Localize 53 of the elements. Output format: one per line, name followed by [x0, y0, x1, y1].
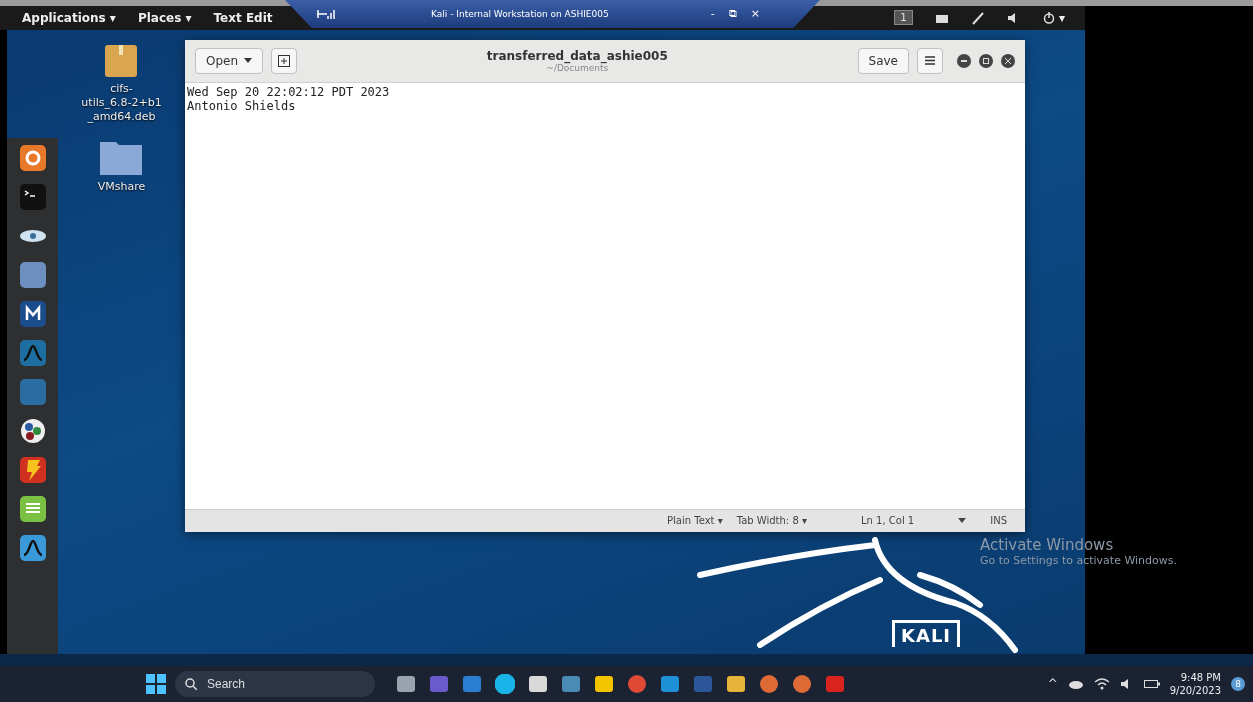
vm-title: Kali - Internal Workstation on ASHIE005: [430, 8, 610, 19]
text-area[interactable]: Wed Sep 20 22:02:12 PDT 2023 Antonio Shields: [185, 82, 1025, 509]
maximize-icon: [983, 57, 989, 64]
power-menu[interactable]: ▾: [1042, 10, 1065, 25]
window-title: transferred_data_ashie005: [486, 48, 668, 63]
save-button[interactable]: Save: [857, 47, 909, 74]
menu-icon: [925, 56, 935, 66]
minimize-icon: [961, 59, 967, 62]
caret-icon: [244, 58, 253, 64]
caret-icon[interactable]: [958, 518, 967, 524]
text-line: Wed Sep 20 22:02:12 PDT 2023: [187, 84, 391, 99]
desktop-icon-label[interactable]: VMshare: [97, 179, 146, 194]
ring-icon[interactable]: [495, 674, 515, 695]
dots-icon[interactable]: [18, 416, 47, 445]
new-tab-button[interactable]: [271, 47, 298, 74]
cursor-position[interactable]: Ln 1, Col 1: [861, 515, 915, 527]
plus-box-icon: [278, 54, 291, 67]
window-subtitle: ~/Documents: [546, 62, 609, 73]
minimize-button[interactable]: [957, 53, 971, 68]
flame-icon[interactable]: [18, 455, 47, 484]
close-button[interactable]: [1001, 53, 1015, 68]
search-input[interactable]: Search: [205, 676, 349, 693]
wave-icon[interactable]: [18, 533, 47, 562]
vm-window-button[interactable]: -: [710, 7, 715, 21]
desktop-icon-label[interactable]: cifs- utils_6.8-2+b1 _amd64.deb: [81, 81, 162, 124]
search-icon: [185, 678, 197, 691]
vm-window-button[interactable]: ×: [750, 7, 760, 21]
wifi-icon[interactable]: [1093, 678, 1110, 691]
tray-caret[interactable]: ^: [1047, 677, 1058, 692]
panel-menu[interactable]: Places ▾: [137, 10, 192, 25]
shark-fin-icon[interactable]: [18, 338, 47, 367]
tab-width-selector[interactable]: Tab Width: 8 ▾: [736, 515, 807, 527]
text-line: Antonio Shields: [187, 98, 297, 113]
battery-icon[interactable]: [1143, 679, 1160, 690]
notes-icon[interactable]: [18, 494, 47, 523]
menu-button[interactable]: [917, 47, 943, 74]
windows-logo-icon[interactable]: [146, 674, 166, 695]
search-field[interactable]: Search: [175, 671, 375, 698]
maximize-button[interactable]: [979, 53, 993, 68]
logo-text: KALI: [892, 619, 961, 647]
shield-icon[interactable]: [18, 299, 47, 328]
vm-window-button[interactable]: ⧉: [728, 7, 737, 21]
panel-menu[interactable]: Applications ▾: [22, 10, 116, 25]
cloud-icon[interactable]: [1067, 679, 1084, 690]
clock[interactable]: 9:48 PM 9/20/2023: [1169, 671, 1221, 698]
panel-menu[interactable]: Text Edit: [213, 10, 273, 25]
open-button[interactable]: Open: [195, 47, 264, 74]
insert-mode: INS: [990, 515, 1007, 527]
workspace-indicator[interactable]: 1: [893, 10, 913, 26]
terminal-icon[interactable]: [18, 182, 47, 211]
close-icon: [1005, 57, 1011, 64]
language-selector[interactable]: Plain Text ▾: [667, 515, 723, 527]
package-icon[interactable]: [104, 43, 139, 78]
